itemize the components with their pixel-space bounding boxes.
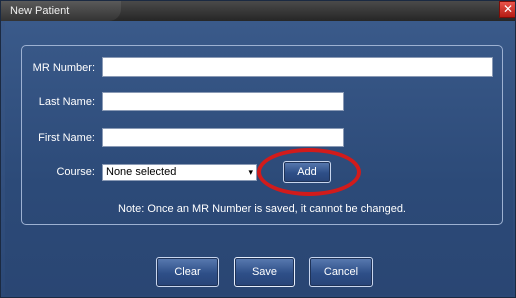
course-selected-value: None selected	[106, 166, 177, 178]
add-button[interactable]: Add	[283, 161, 331, 183]
first-name-field[interactable]	[102, 128, 344, 147]
title-bar: New Patient ✕	[1, 1, 515, 21]
mr-number-note: Note: Once an MR Number is saved, it can…	[118, 203, 406, 215]
new-patient-dialog: New Patient ✕ MR Number: Last Name: Firs…	[0, 0, 516, 298]
cancel-button[interactable]: Cancel	[309, 257, 373, 287]
close-button[interactable]: ✕	[499, 1, 515, 18]
last-name-field[interactable]	[102, 92, 344, 111]
course-select[interactable]: None selected ▾	[102, 164, 257, 181]
chevron-down-icon: ▾	[248, 167, 253, 177]
clear-button[interactable]: Clear	[156, 257, 219, 287]
last-name-label: Last Name:	[38, 96, 95, 108]
save-button[interactable]: Save	[234, 257, 295, 287]
close-icon: ✕	[502, 2, 514, 16]
mr-number-field[interactable]	[102, 57, 493, 77]
first-name-label: First Name:	[38, 132, 95, 144]
course-label: Course:	[56, 166, 95, 178]
mr-number-label: MR Number:	[32, 62, 95, 74]
window-title: New Patient	[1, 1, 121, 21]
